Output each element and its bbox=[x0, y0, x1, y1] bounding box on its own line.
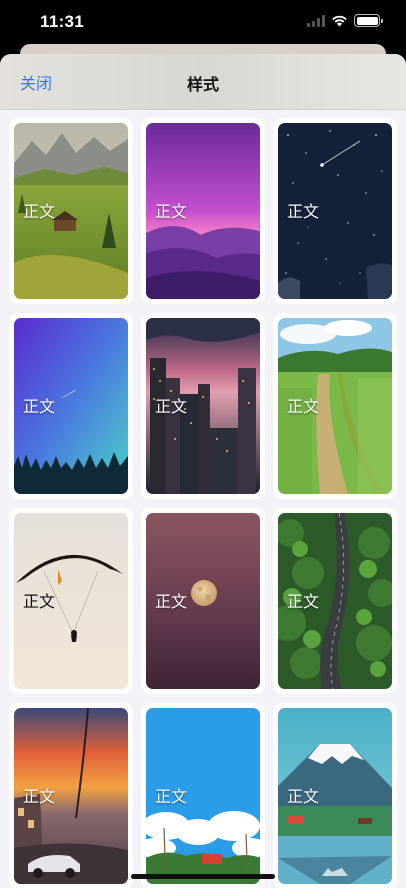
tile-label: 正文 bbox=[23, 204, 56, 221]
status-time: 11:31 bbox=[40, 12, 85, 31]
style-tile[interactable]: 正文 bbox=[141, 313, 265, 499]
style-tile[interactable]: 正文 bbox=[273, 118, 397, 304]
style-sheet: 关闭 样式 正文 正文 正文 正文 正文 正文 正文 正文 正文 正文 正文 正… bbox=[0, 54, 406, 888]
cellular-signal-icon bbox=[307, 14, 325, 27]
tile-label: 正文 bbox=[23, 789, 56, 806]
style-tile[interactable]: 正文 bbox=[141, 118, 265, 304]
tile-label: 正文 bbox=[287, 399, 320, 416]
tile-label: 正文 bbox=[155, 399, 188, 416]
style-tile[interactable]: 正文 bbox=[141, 508, 265, 694]
style-tile[interactable]: 正文 bbox=[141, 703, 265, 888]
tile-label: 正文 bbox=[23, 594, 56, 611]
tile-label: 正文 bbox=[287, 204, 320, 221]
tile-label: 正文 bbox=[155, 594, 188, 611]
style-tile[interactable]: 正文 bbox=[9, 118, 133, 304]
tile-label: 正文 bbox=[23, 399, 56, 416]
tile-label: 正文 bbox=[287, 594, 320, 611]
style-tile[interactable]: 正文 bbox=[273, 703, 397, 888]
page-title: 样式 bbox=[186, 77, 219, 94]
style-tile[interactable]: 正文 bbox=[273, 313, 397, 499]
tile-label: 正文 bbox=[287, 789, 320, 806]
battery-icon bbox=[354, 14, 383, 27]
status-bar: 11:31 bbox=[0, 0, 406, 46]
status-icons bbox=[307, 14, 383, 27]
style-tile[interactable]: 正文 bbox=[273, 508, 397, 694]
tile-label: 正文 bbox=[155, 789, 188, 806]
wifi-icon bbox=[332, 15, 347, 27]
style-tile[interactable]: 正文 bbox=[9, 703, 133, 888]
style-tile[interactable]: 正文 bbox=[9, 313, 133, 499]
tile-label: 正文 bbox=[155, 204, 188, 221]
home-indicator[interactable] bbox=[131, 874, 275, 879]
navigation-bar: 关闭 样式 bbox=[0, 54, 406, 110]
style-tile[interactable]: 正文 bbox=[9, 508, 133, 694]
battery-level bbox=[356, 16, 378, 25]
